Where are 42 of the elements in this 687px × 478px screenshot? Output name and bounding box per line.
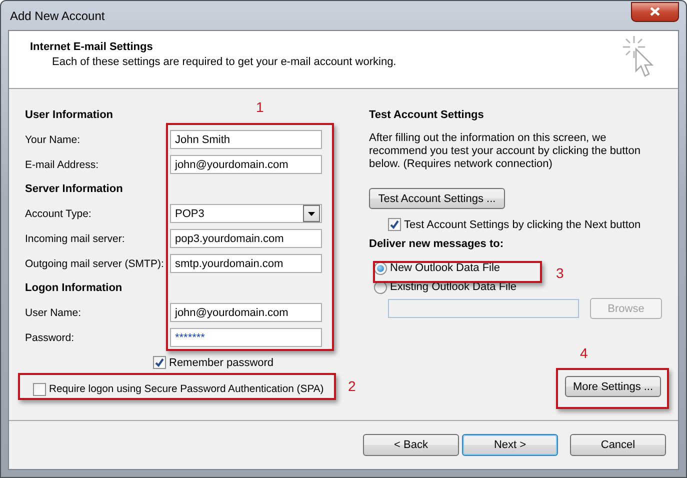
input-field[interactable]: pop3.yourdomain.com bbox=[170, 229, 322, 248]
description-text: After filling out the information on this screen, we recommend you test your account by clicking the button below. (Requires network connection) bbox=[369, 132, 642, 171]
input-field[interactable]: john@yourdomain.com bbox=[170, 155, 322, 174]
annotation-number: 1 bbox=[256, 99, 264, 115]
more-settings-button[interactable]: More Settings ... bbox=[565, 376, 661, 397]
field-label: E-mail Address: bbox=[25, 158, 100, 170]
close-icon bbox=[650, 7, 660, 16]
input-field[interactable]: john@yourdomain.com bbox=[170, 303, 322, 322]
password-field[interactable]: ******* bbox=[170, 328, 322, 347]
page-subtitle: Each of these settings are required to get your e-mail account working. bbox=[51, 56, 396, 68]
annotation-number: 4 bbox=[580, 345, 588, 361]
test-account-settings-button[interactable]: Test Account Settings ... bbox=[369, 188, 505, 209]
section-heading: Test Account Settings bbox=[369, 108, 484, 123]
field-label: Account Type: bbox=[25, 208, 92, 220]
page-title: Internet E-mail Settings bbox=[30, 41, 154, 53]
check-icon bbox=[390, 220, 399, 229]
field-label: Password: bbox=[25, 332, 76, 344]
field-label: User Name: bbox=[25, 306, 82, 318]
checkbox[interactable]: Remember password bbox=[153, 356, 274, 369]
check-icon bbox=[155, 358, 164, 367]
footer-button[interactable]: Cancel bbox=[570, 434, 666, 456]
annotation-number: 2 bbox=[348, 378, 356, 394]
checkbox[interactable]: Require logon using Secure Password Authentication (SPA) bbox=[33, 383, 324, 396]
close-button[interactable] bbox=[631, 2, 679, 22]
footer-button[interactable]: Next > bbox=[462, 434, 558, 456]
footer-button[interactable]: < Back bbox=[363, 434, 459, 456]
section-heading: Server Information bbox=[25, 182, 123, 197]
field-label: Your Name: bbox=[25, 134, 82, 146]
field-label: Outgoing mail server (SMTP): bbox=[25, 258, 165, 270]
annotation-number: 3 bbox=[556, 265, 564, 281]
window-title: Add New Account bbox=[9, 8, 105, 22]
section-heading: Deliver new messages to: bbox=[369, 237, 504, 252]
section-heading: Logon Information bbox=[25, 281, 122, 296]
file-path-field[interactable] bbox=[388, 299, 579, 318]
account-type-dropdown[interactable]: POP3 bbox=[170, 204, 322, 223]
input-field[interactable]: John Smith bbox=[170, 130, 322, 149]
field-label: Incoming mail server: bbox=[25, 232, 126, 244]
dropdown-arrow-icon bbox=[308, 212, 315, 216]
checkbox[interactable]: Test Account Settings by clicking the Next button bbox=[388, 218, 641, 231]
input-field[interactable]: smtp.yourdomain.com bbox=[170, 254, 322, 273]
section-heading: User Information bbox=[25, 108, 114, 123]
radio-button[interactable]: New Outlook Data File bbox=[374, 260, 500, 276]
